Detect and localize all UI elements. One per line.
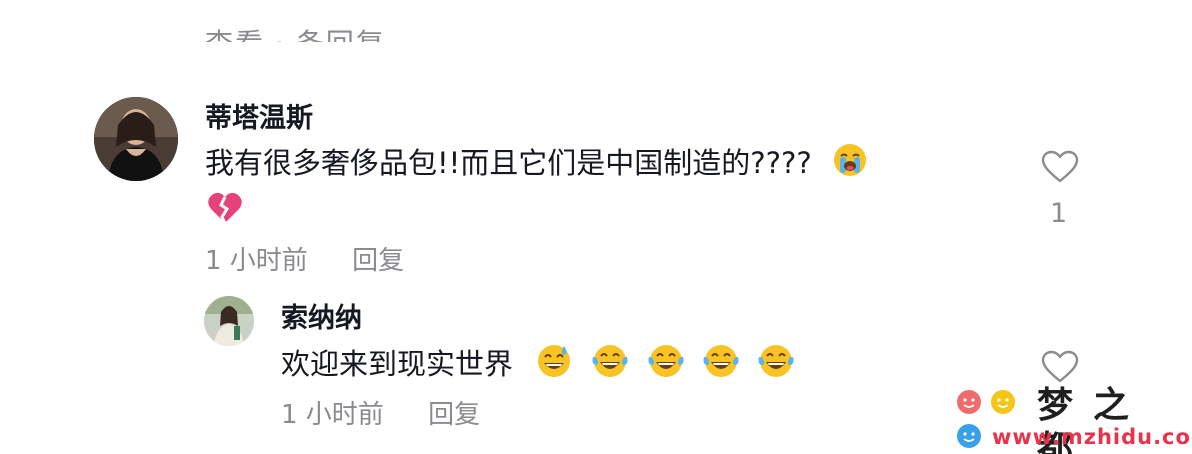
like-count: 1 <box>1050 198 1068 229</box>
view-replies-label-right: 条回复 <box>296 27 386 42</box>
comment-username[interactable]: 蒂塔温斯 <box>205 102 313 136</box>
comment-time: 1 小时前 <box>205 246 308 276</box>
view-replies-separator: · <box>275 27 286 42</box>
face-with-tears-of-joy-icon <box>757 343 795 389</box>
comment-text: 欢迎来到现实世界 <box>281 343 795 389</box>
like-heart-icon[interactable] <box>1041 350 1079 388</box>
comment-text-content: 欢迎来到现实世界 <box>281 347 514 381</box>
comment-text: 我有很多奢侈品包!!而且它们是中国制造的???? <box>205 143 867 187</box>
view-replies-label-left: 查看 <box>205 27 265 42</box>
emoji-line <box>207 191 243 229</box>
comment-thread: 查看 · 条回复 蒂塔温斯 我有很多奢侈品包!!而且它们是中国制造的???? <box>0 0 1192 454</box>
comment-meta: 1 小时前 回复 <box>205 245 404 277</box>
face-with-tears-of-joy-icon <box>702 343 740 389</box>
reply-button[interactable]: 回复 <box>428 400 480 430</box>
comment-username[interactable]: 索纳纳 <box>281 302 362 336</box>
like-heart-icon[interactable] <box>1041 150 1079 188</box>
comment-time: 1 小时前 <box>281 400 384 430</box>
face-with-tears-of-joy-icon <box>647 343 685 389</box>
comment-meta: 1 小时前 回复 <box>281 399 480 431</box>
comment-text-content: 我有很多奢侈品包!!而且它们是中国制造的???? <box>205 146 812 180</box>
watermark-url: www.mzhidu.com <box>992 425 1192 449</box>
avatar-user-2[interactable] <box>204 296 254 346</box>
avatar-user-1[interactable] <box>94 97 178 181</box>
face-with-tears-of-joy-icon <box>591 343 629 389</box>
broken-heart-icon <box>207 191 243 229</box>
loudly-crying-face-icon <box>833 143 867 187</box>
reply-button[interactable]: 回复 <box>352 246 404 276</box>
grinning-face-with-sweat-icon <box>536 343 572 389</box>
view-replies-row-partial[interactable]: 查看 · 条回复 <box>205 18 386 42</box>
